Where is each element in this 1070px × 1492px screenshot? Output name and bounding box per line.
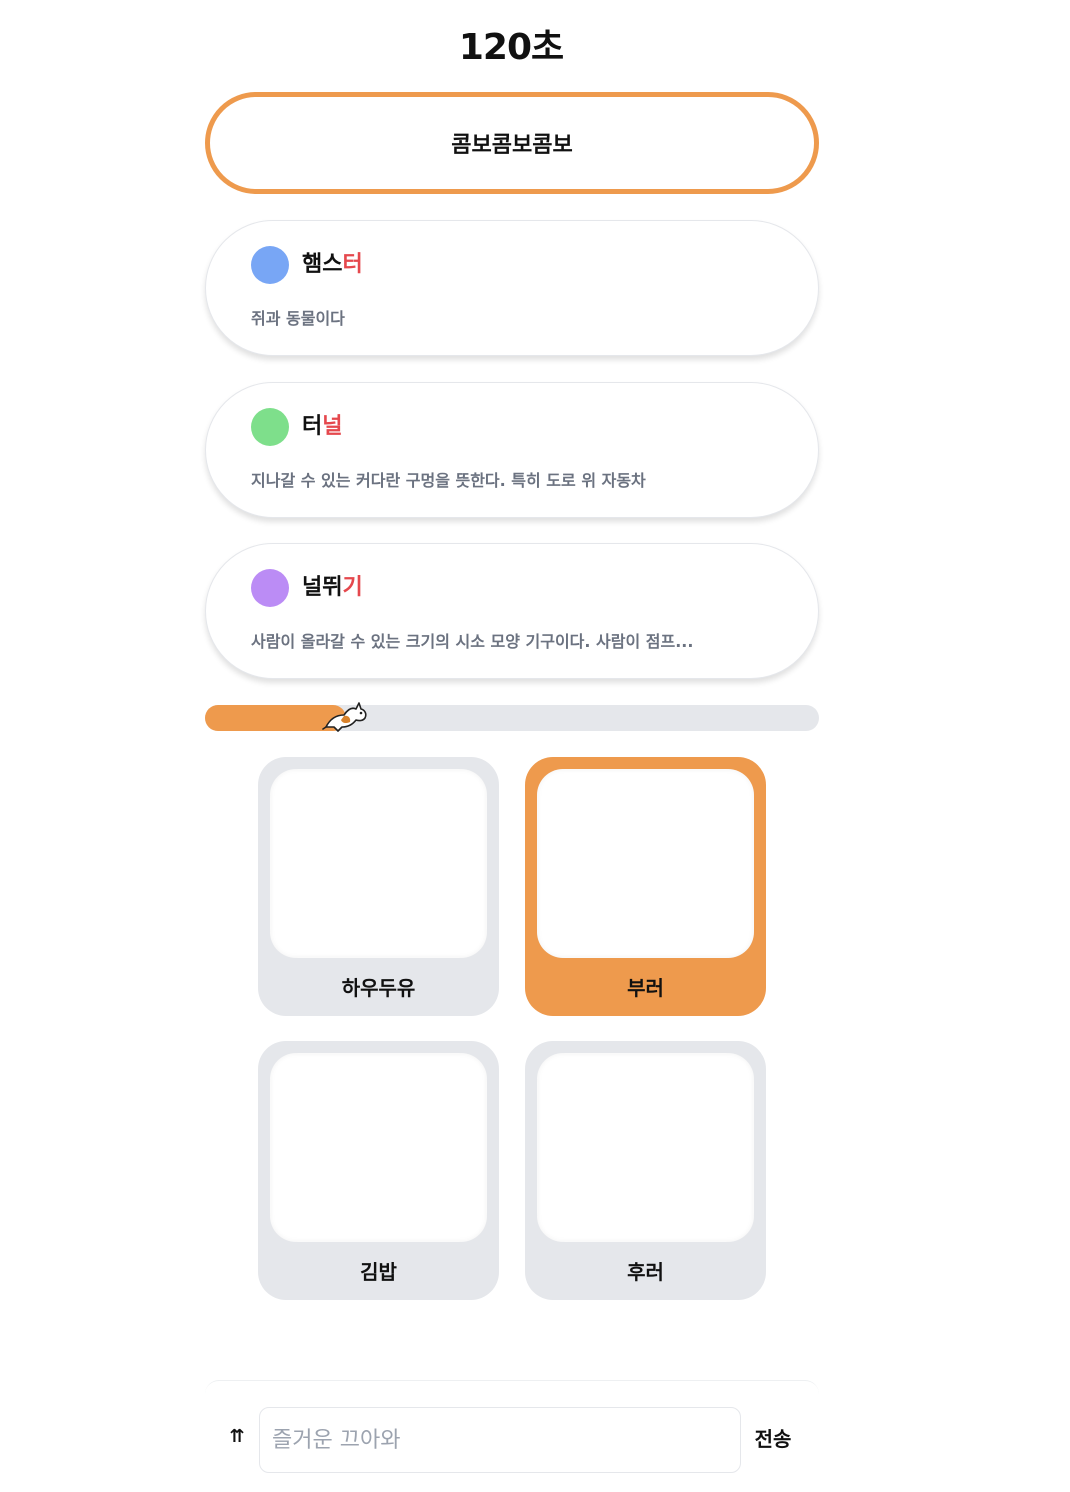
answer-option-0[interactable]: 하우두유 <box>258 757 499 1016</box>
word-card: 터널 지나갈 수 있는 커다란 구멍을 뜻한다. 특히 도로 위 자동차 <box>205 382 819 518</box>
chat-input[interactable] <box>259 1407 741 1473</box>
option-image <box>270 769 487 958</box>
time-progress-bar <box>205 702 819 732</box>
option-image <box>270 1053 487 1242</box>
answer-option-2[interactable]: 김밥 <box>258 1041 499 1300</box>
answer-option-1[interactable]: 부러 <box>525 757 766 1016</box>
option-label: 김밥 <box>360 1260 397 1284</box>
word-prefix: 널뛰 <box>302 575 343 600</box>
word-highlight: 기 <box>342 575 363 600</box>
answer-option-3[interactable]: 후러 <box>525 1041 766 1300</box>
option-image <box>537 769 754 958</box>
option-label: 부러 <box>627 976 664 1000</box>
option-image <box>537 1053 754 1242</box>
word-description: 사람이 올라갈 수 있는 크기의 시소 모양 기구이다. 사람이 점프... <box>251 632 694 651</box>
combo-banner: 콤보콤보콤보 <box>205 92 819 194</box>
send-button[interactable]: 전송 <box>751 1423 795 1455</box>
combo-text: 콤보콤보콤보 <box>451 133 573 158</box>
player-dot <box>251 408 289 446</box>
word-prefix: 햄스 <box>302 252 343 277</box>
word-prefix: 터 <box>302 414 323 439</box>
word-description: 쥐과 동물이다 <box>251 309 345 328</box>
option-label: 후러 <box>627 1260 664 1284</box>
player-dot <box>251 569 289 607</box>
word-highlight: 널 <box>322 414 343 439</box>
word-card: 햄스터 쥐과 동물이다 <box>205 220 819 356</box>
chat-input-bar: ⇈ 전송 <box>205 1380 819 1492</box>
double-arrow-up-icon[interactable]: ⇈ <box>225 1425 249 1449</box>
timer: 120초 <box>458 27 564 68</box>
word-text: 널뛰기 <box>302 572 363 604</box>
running-cat-icon <box>322 702 367 732</box>
game-screen: 120초 콤보콤보콤보 햄스터 쥐과 동물이다 터널 지나갈 수 있는 커다란 … <box>0 0 1070 1492</box>
word-highlight: 터 <box>342 252 363 277</box>
word-card: 널뛰기 사람이 올라갈 수 있는 크기의 시소 모양 기구이다. 사람이 점프.… <box>205 543 819 679</box>
word-description: 지나갈 수 있는 커다란 구멍을 뜻한다. 특히 도로 위 자동차 <box>251 471 646 490</box>
option-label: 하우두유 <box>341 976 416 1000</box>
word-text: 터널 <box>302 411 343 443</box>
player-dot <box>251 246 289 284</box>
word-text: 햄스터 <box>302 249 363 281</box>
